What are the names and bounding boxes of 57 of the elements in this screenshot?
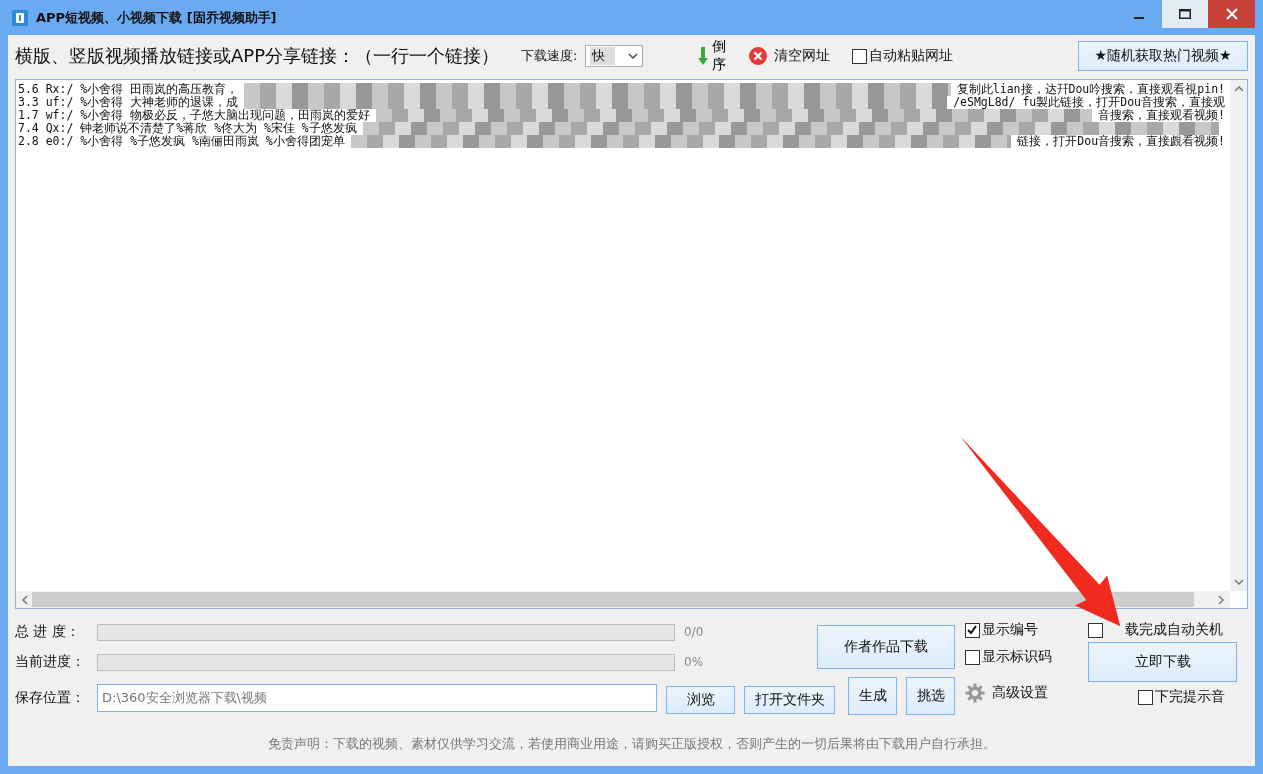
- clear-urls-button[interactable]: 清空网址: [774, 47, 831, 65]
- save-path-field[interactable]: D:\360安全浏览器下载\视频: [97, 684, 657, 712]
- reverse-order-button[interactable]: 倒序: [710, 38, 728, 74]
- scroll-up-icon[interactable]: [1233, 86, 1244, 92]
- vertical-scrollbar[interactable]: [1230, 80, 1247, 591]
- gear-icon: [965, 683, 985, 703]
- option-checkbox[interactable]: [965, 622, 980, 638]
- maximize-icon: [1179, 9, 1191, 19]
- progress-label: 当前进度：: [15, 653, 86, 671]
- speed-dropdown[interactable]: 快: [585, 45, 644, 67]
- auto-paste-label: 自动粘贴网址: [869, 47, 954, 65]
- auto-shutdown-label: 载完成自动关机: [1125, 621, 1223, 639]
- download-now-button[interactable]: 立即下载: [1088, 642, 1237, 682]
- maximize-button[interactable]: [1162, 0, 1208, 28]
- minimize-icon: [1134, 17, 1144, 19]
- option-checkbox[interactable]: [965, 649, 980, 665]
- sound-checkbox[interactable]: [1138, 689, 1153, 705]
- scroll-right-icon[interactable]: [1218, 594, 1224, 605]
- progress-label: 总 进 度：: [15, 623, 81, 641]
- option-label: 显示标识码: [982, 648, 1052, 666]
- scroll-down-icon[interactable]: [1233, 579, 1244, 585]
- auto-paste-checkbox[interactable]: [852, 48, 868, 64]
- advanced-settings-button[interactable]: 高级设置: [992, 684, 1048, 702]
- open-folder-button[interactable]: 打开文件夹: [744, 686, 835, 714]
- link-text: 复制此lian接，达幵Dou吟搜索，直接观看視pin!: [956, 83, 1225, 96]
- author-works-download-button[interactable]: 作者作品下载: [817, 625, 955, 669]
- caret-icon: [628, 52, 639, 60]
- progress-reading: 0/0: [684, 625, 704, 639]
- pick-button[interactable]: 挑选: [906, 677, 955, 715]
- link-text: 3.3 uf:/ %小舍得 大神老师的退课，成: [18, 96, 239, 109]
- close-button[interactable]: [1208, 0, 1255, 28]
- scroll-left-icon[interactable]: [22, 594, 28, 605]
- option-label: 显示编号: [982, 621, 1038, 639]
- random-hot-video-button[interactable]: ★随机获取热门视频★: [1078, 41, 1248, 71]
- browse-button[interactable]: 浏览: [666, 686, 735, 714]
- link-text: 1.7 wf:/ %小舍得 物极必反，子悠大脑出现问题，田雨岚的爱好: [18, 109, 371, 122]
- app-icon: [12, 9, 28, 26]
- link-text: 5.6 Rx:/ %小舍得 田雨岚的高压教育，: [18, 83, 239, 96]
- progress-reading: 0%: [684, 655, 704, 669]
- link-text: 7.4 Qx:/ 钟老师说不清楚了%蒋欣 %佟大为 %宋佳 %子悠发疯: [18, 122, 357, 135]
- link-text: /eSMgL8d/ fu製此链接，打开Dou音搜索，直接观: [953, 96, 1225, 109]
- down-arrow-icon: [698, 47, 709, 65]
- link-text: 音搜索，直接观看视频!: [1098, 109, 1225, 122]
- auto-shutdown-checkbox[interactable]: [1088, 622, 1103, 638]
- links-label: 横版、竖版视频播放链接或APP分享链接：（一行一个链接）: [15, 44, 500, 68]
- generate-button[interactable]: 生成: [848, 677, 897, 715]
- window-title: APP短视频、小视频下载 [固乔视频助手]: [36, 8, 277, 27]
- speed-label: 下载速度:: [521, 47, 578, 65]
- link-text: 2.8 e0:/ %小舍得 %子悠发疯 %南俪田雨岚 %小舍得团宠单: [18, 135, 345, 148]
- clear-icon: [749, 47, 768, 65]
- save-location-label: 保存位置：: [15, 689, 86, 707]
- sound-label: 下完提示音: [1155, 688, 1225, 706]
- disclaimer-text: 免责声明：下载的视频、素材仅供学习交流，若使用商业用途，请购买正版授权，否则产生的一切后果将由下载用户自行承担。: [266, 735, 997, 753]
- close-icon: [1225, 8, 1238, 20]
- links-text-area[interactable]: [15, 79, 1248, 609]
- horizontal-scrollbar[interactable]: [16, 591, 1230, 608]
- link-text: 链接，打开Dou音搜索，直接覰看视频!: [1017, 135, 1225, 148]
